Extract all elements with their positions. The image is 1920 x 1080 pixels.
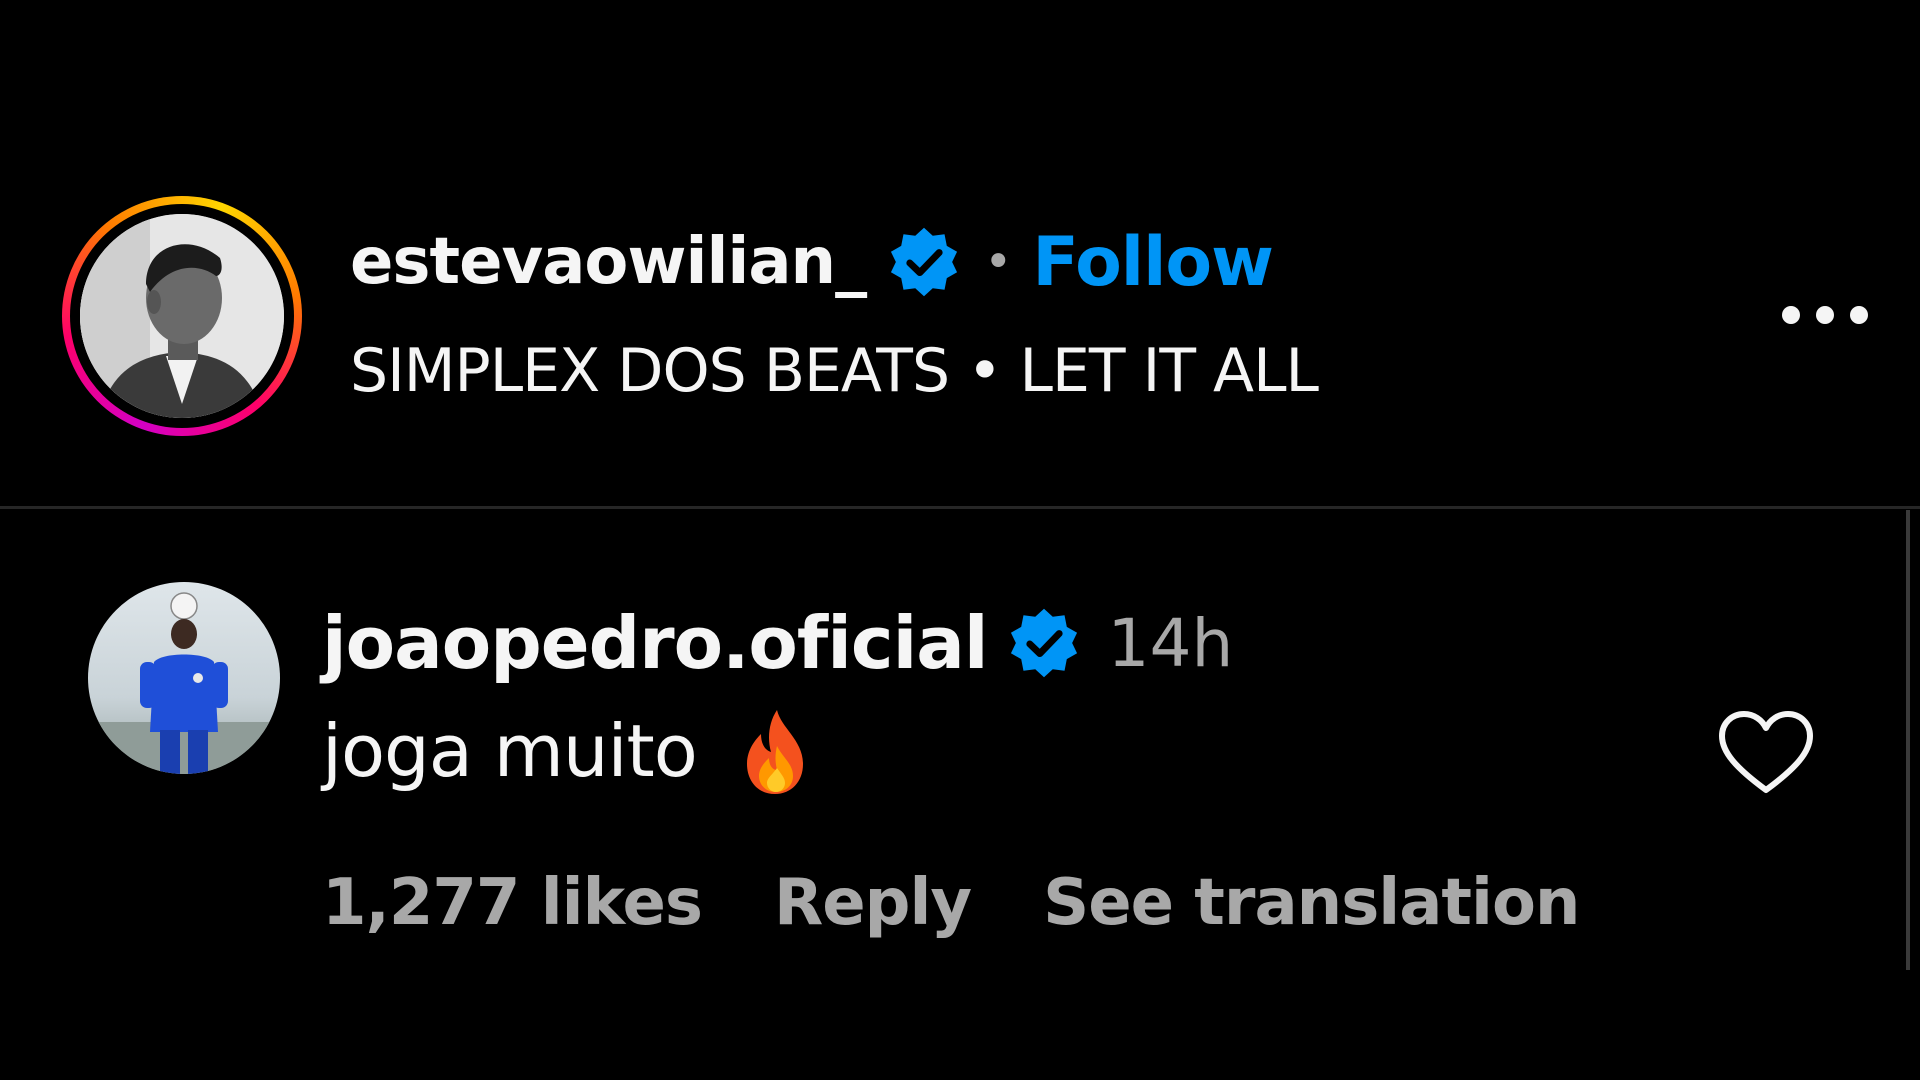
author-story-ring[interactable] [62, 196, 302, 436]
comment-header: joaopedro.oficial 14h [322, 598, 1233, 688]
commenter-username[interactable]: joaopedro.oficial [322, 601, 989, 685]
author-avatar[interactable] [80, 214, 284, 418]
fire-emoji-icon [746, 710, 803, 794]
commenter-avatar-image [88, 582, 280, 774]
comment-actions: 1,277 likes Reply See translation [322, 858, 1580, 948]
audio-track-label[interactable]: SIMPLEX DOS BEATS • LET IT ALL [350, 336, 1319, 406]
reply-button[interactable]: Reply [774, 866, 972, 940]
comment-body: joga muito [322, 709, 698, 793]
author-avatar-image [80, 214, 284, 418]
author-username[interactable]: estevaowilian_ [350, 225, 867, 299]
comments-scrollbar[interactable] [1906, 510, 1910, 970]
comment-timestamp[interactable]: 14h [1108, 605, 1234, 682]
header-divider [0, 506, 1920, 509]
see-translation-button[interactable]: See translation [1043, 866, 1580, 940]
instagram-post-view: estevaowilian_ • Follow SIMPLEX DOS BEAT… [0, 0, 1920, 1080]
verified-badge-icon [1010, 608, 1077, 678]
comment-likes-count[interactable]: 1,277 likes [322, 866, 703, 940]
separator-dot: • [984, 234, 1013, 290]
verified-badge-icon [891, 227, 958, 297]
follow-button[interactable]: Follow [1032, 223, 1274, 302]
more-options-icon[interactable] [1782, 300, 1882, 330]
commenter-avatar[interactable] [88, 582, 280, 774]
author-line: estevaowilian_ • Follow [350, 222, 1274, 302]
heart-outline-icon[interactable] [1716, 708, 1816, 798]
post-header: estevaowilian_ • Follow SIMPLEX DOS BEAT… [0, 0, 1920, 506]
comment-text: joga muito [322, 706, 811, 796]
